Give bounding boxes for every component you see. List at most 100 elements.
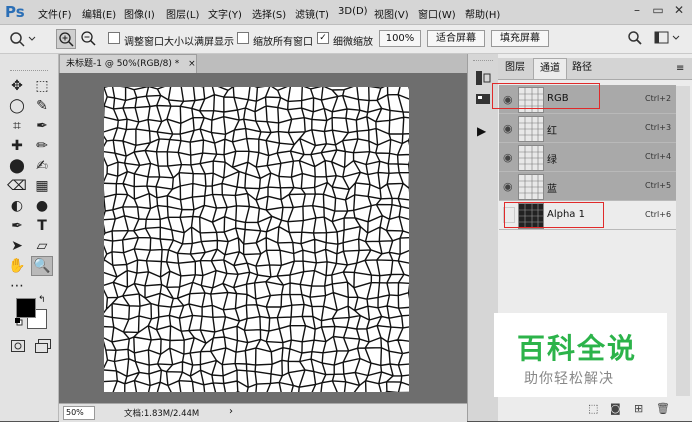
healing-brush-tool-icon[interactable]: ✚ <box>6 136 28 156</box>
toolbox-grip <box>10 70 48 73</box>
document-info: 文档:1.83M/2.44M <box>124 409 200 419</box>
panel-scrollbar[interactable] <box>676 86 690 396</box>
channel-thumbnail <box>518 145 544 171</box>
visibility-eye-icon[interactable]: ◉ <box>503 151 513 164</box>
swap-colors-icon[interactable]: ↰ <box>38 295 46 305</box>
lasso-tool-icon[interactable]: ◯ <box>6 96 28 116</box>
properties-panel-icon[interactable] <box>475 92 491 106</box>
eyedropper-tool-icon[interactable]: ✒ <box>31 116 53 136</box>
status-menu-arrow-icon[interactable]: › <box>229 406 233 417</box>
menu-help[interactable]: 帮助(H) <box>465 6 500 21</box>
minimize-button[interactable]: – <box>627 2 647 18</box>
channel-name: 蓝 <box>547 184 557 195</box>
close-button[interactable]: ✕ <box>669 2 689 18</box>
scrubby-zoom-checkbox[interactable]: ✓ <box>317 32 329 44</box>
delete-channel-icon[interactable]: 🗑 <box>656 402 670 415</box>
menu-layer[interactable]: 图层(L) <box>166 6 199 21</box>
search-icon[interactable] <box>627 30 643 46</box>
move-tool-icon[interactable]: ✥ <box>6 76 28 96</box>
foreground-color-swatch[interactable] <box>16 298 36 318</box>
zoom-tool-preset-icon[interactable] <box>6 30 36 47</box>
crop-tool-icon[interactable]: ⌗ <box>6 116 28 136</box>
channel-shortcut: Ctrl+4 <box>645 152 672 161</box>
visibility-eye-icon[interactable]: ◉ <box>503 180 513 193</box>
highlight-alpha-box <box>504 202 604 228</box>
channel-shortcut: Ctrl+6 <box>645 210 672 219</box>
menu-window[interactable]: 窗口(W) <box>418 6 456 21</box>
channel-shortcut: Ctrl+5 <box>645 181 672 190</box>
shape-tool-icon[interactable]: ▱ <box>31 236 53 256</box>
screen-mode-icon[interactable] <box>35 339 51 353</box>
stained-glass-pattern <box>104 87 409 392</box>
channel-row-blue[interactable]: ◉ 蓝 Ctrl+5 <box>499 172 676 201</box>
channel-thumbnail <box>518 116 544 142</box>
canvas[interactable] <box>104 87 409 392</box>
zoom-out-icon[interactable] <box>79 29 97 47</box>
blur-tool-icon[interactable]: ◐ <box>6 196 28 216</box>
tab-layers[interactable]: 图层 <box>501 58 529 78</box>
hand-tool-icon[interactable]: ✋ <box>6 256 28 276</box>
visibility-eye-icon[interactable]: ◉ <box>503 122 513 135</box>
zoom-level-field[interactable]: 50% <box>63 406 95 420</box>
menu-view[interactable]: 视图(V) <box>374 6 409 21</box>
marquee-tool-icon[interactable]: ⬚ <box>31 76 53 96</box>
load-selection-icon[interactable]: ⬚ <box>588 402 598 415</box>
highlight-rgb-box <box>492 83 600 109</box>
zoom-tool-icon[interactable]: 🔍 <box>31 256 53 276</box>
resize-windows-label: 调整窗口大小以满屏显示 <box>124 37 234 48</box>
menu-type[interactable]: 文字(Y) <box>208 6 242 21</box>
history-panel-icon[interactable] <box>475 70 491 86</box>
document-tab[interactable]: 未标题-1 @ 50%(RGB/8) * × <box>59 54 197 73</box>
new-channel-icon[interactable]: ⊞ <box>634 402 643 415</box>
workspace-switcher-icon[interactable] <box>654 30 684 46</box>
zoom-in-icon[interactable] <box>56 29 76 49</box>
clone-stamp-tool-icon[interactable]: ⬤ <box>6 156 28 176</box>
menu-image[interactable]: 图像(I) <box>124 6 155 21</box>
path-selection-tool-icon[interactable]: ➤ <box>6 236 28 256</box>
watermark: 百科全说 助你轻松解决 <box>494 313 667 397</box>
menu-edit[interactable]: 编辑(E) <box>82 6 116 21</box>
channel-thumbnail <box>518 174 544 200</box>
panel-menu-icon[interactable]: ≡ <box>676 63 684 74</box>
channel-row-green[interactable]: ◉ 绿 Ctrl+4 <box>499 143 676 172</box>
menu-select[interactable]: 选择(S) <box>252 6 286 21</box>
save-selection-icon[interactable]: ◙ <box>610 402 621 415</box>
fill-screen-button[interactable]: 填充屏幕 <box>491 30 549 47</box>
gradient-tool-icon[interactable]: ▦ <box>31 176 53 196</box>
channel-shortcut: Ctrl+3 <box>645 123 672 132</box>
channel-shortcut: Ctrl+2 <box>645 94 672 103</box>
app-logo: Ps <box>5 3 25 21</box>
status-bar: 50% 文档:1.83M/2.44M › <box>59 403 467 422</box>
channel-row-red[interactable]: ◉ 红 Ctrl+3 <box>499 114 676 143</box>
zoom-all-label: 缩放所有窗口 <box>253 37 313 48</box>
resize-windows-checkbox[interactable] <box>108 32 120 44</box>
history-brush-tool-icon[interactable]: ✍ <box>31 156 53 176</box>
more-tools-icon[interactable]: ⋯ <box>6 276 28 296</box>
strip-grip <box>473 60 493 63</box>
fit-screen-button[interactable]: 适合屏幕 <box>427 30 485 47</box>
watermark-title: 百科全说 <box>517 332 638 365</box>
channel-name: 绿 <box>547 155 557 166</box>
default-colors-icon[interactable] <box>15 318 23 326</box>
pen-tool-icon[interactable]: ✒ <box>6 216 28 236</box>
quick-mask-icon[interactable] <box>11 340 25 352</box>
restore-button[interactable]: ▭ <box>648 2 668 18</box>
actions-play-icon[interactable]: ▶ <box>477 124 486 138</box>
brush-tool-icon[interactable]: ✏ <box>31 136 53 156</box>
eraser-tool-icon[interactable]: ⌫ <box>6 176 28 196</box>
document-tab-title: 未标题-1 @ 50%(RGB/8) * <box>66 59 180 69</box>
dodge-tool-icon[interactable]: ● <box>31 196 53 216</box>
zoom-all-checkbox[interactable] <box>237 32 249 44</box>
magic-wand-tool-icon[interactable]: ✎ <box>31 96 53 116</box>
options-bar: 调整窗口大小以满屏显示 缩放所有窗口 ✓ 细微缩放 100% 适合屏幕 填充屏幕 <box>0 25 692 54</box>
tab-channels[interactable]: 通道 <box>533 58 567 79</box>
tab-paths[interactable]: 路径 <box>568 58 596 78</box>
close-tab-icon[interactable]: × <box>188 59 196 69</box>
menu-file[interactable]: 文件(F) <box>38 6 72 21</box>
menu-3d[interactable]: 3D(D) <box>338 6 368 17</box>
toolbox: ✥ ⬚ ◯ ✎ ⌗ ✒ ✚ ✏ ⬤ ✍ ⌫ ▦ ◐ ● ✒ T ➤ ▱ ✋ 🔍 … <box>0 54 59 421</box>
cell-borders <box>104 87 409 392</box>
zoom-100-button[interactable]: 100% <box>379 30 421 47</box>
menu-filter[interactable]: 滤镜(T) <box>295 6 329 21</box>
type-tool-icon[interactable]: T <box>31 216 53 236</box>
